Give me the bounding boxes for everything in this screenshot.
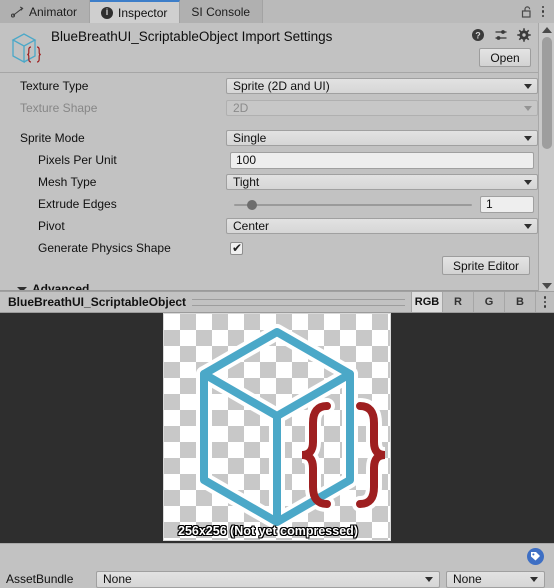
row-texture-type: Texture Type Sprite (2D and UI) [0,76,538,96]
gear-icon[interactable] [517,28,531,42]
pivot-value: Center [233,219,270,233]
open-button[interactable]: Open [479,48,531,67]
scroll-down-arrow-icon[interactable] [542,283,552,289]
texture-type-value: Sprite (2D and UI) [233,79,330,93]
slider-track[interactable] [234,203,472,206]
chevron-down-icon [425,577,433,582]
texture-shape-value: 2D [233,101,249,115]
scrollbar-thumb[interactable] [542,37,552,149]
assetbundle-row: AssetBundle None None [0,570,554,588]
preview-header: BlueBreathUI_ScriptableObject RGB R G B [0,291,554,313]
extrude-edges-label: Extrude Edges [38,197,117,211]
sprite-preview[interactable]: 256x256 (Not yet compressed) [163,313,391,541]
info-icon: i [101,6,114,19]
assetbundle-label: AssetBundle [6,572,74,586]
row-texture-shape: Texture Shape 2D [0,98,538,118]
animator-icon [10,5,24,18]
chevron-down-icon [530,577,538,582]
preview-rule [192,298,405,306]
row-generate-physics-shape: Generate Physics Shape ✔ [0,238,538,258]
channel-g-button[interactable]: G [473,292,504,312]
row-sprite-mode: Sprite Mode Single [0,128,538,148]
texture-type-label: Texture Type [20,79,89,93]
sprite-mode-value: Single [233,131,267,145]
asset-label-tag-icon[interactable] [527,548,544,565]
scriptable-object-cube-icon [8,29,44,67]
window-tab-bar: Animator i Inspector SI Console [0,0,554,24]
assetbundle-variant-dropdown[interactable]: None [446,570,545,588]
chevron-down-icon [524,106,532,111]
preset-icon[interactable] [494,28,508,42]
sprite-editor-button[interactable]: Sprite Editor [442,256,530,275]
preview-body: 256x256 (Not yet compressed) [0,313,554,543]
pixels-per-unit-label: Pixels Per Unit [38,153,117,167]
channel-rgb-button[interactable]: RGB [411,292,442,312]
header-icon-group: ? [471,28,531,42]
preview-kebab-menu-icon[interactable] [535,292,554,312]
padlock-open-icon[interactable] [521,5,533,18]
tab-inspector-label: Inspector [118,5,168,20]
extrude-edges-value: 1 [486,197,493,211]
chevron-down-icon [524,224,532,229]
inspector-header: BlueBreathUI_ScriptableObject Import Set… [0,23,538,73]
row-extrude-edges: Extrude Edges 1 [0,194,538,214]
svg-text:?: ? [475,31,481,41]
mesh-type-label: Mesh Type [38,175,97,189]
extrude-edges-slider[interactable]: 1 [230,195,534,213]
mesh-type-dropdown[interactable]: Tight [226,174,538,190]
checkmark-icon: ✔ [232,240,243,255]
tab-si-console-label: SI Console [191,4,251,19]
tab-inspector[interactable]: i Inspector [90,0,181,23]
generate-physics-shape-label: Generate Physics Shape [38,241,171,255]
scriptable-object-sprite-art [196,324,386,530]
assetbundle-name-dropdown[interactable]: None [96,570,440,588]
texture-shape-dropdown: 2D [226,100,538,116]
slider-thumb[interactable] [247,199,257,210]
texture-shape-label: Texture Shape [20,101,98,115]
unity-inspector-window: Animator i Inspector SI Console BlueBrea… [0,0,554,588]
assetbundle-name-value: None [103,572,132,586]
tab-animator[interactable]: Animator [0,0,91,23]
inspector-scrollbar[interactable] [538,23,554,293]
help-icon[interactable]: ? [471,28,485,42]
generate-physics-shape-checkbox[interactable]: ✔ [230,240,243,255]
pivot-label: Pivot [38,219,65,233]
sprite-mode-label: Sprite Mode [20,131,85,145]
pivot-dropdown[interactable]: Center [226,218,538,234]
pixels-per-unit-input[interactable]: 100 [230,151,534,169]
kebab-menu-icon[interactable] [541,5,545,19]
channel-r-button[interactable]: R [442,292,473,312]
preview-title: BlueBreathUI_ScriptableObject [8,295,187,309]
assetbundle-variant-value: None [453,572,482,586]
tab-animator-label: Animator [29,4,78,19]
chevron-down-icon [524,136,532,141]
sprite-mode-dropdown[interactable]: Single [226,130,538,146]
row-pixels-per-unit: Pixels Per Unit 100 [0,150,538,170]
tab-si-console[interactable]: SI Console [180,0,264,23]
channel-button-group: RGB R G B [411,292,535,312]
asset-footer: AssetBundle None None [0,543,554,588]
scroll-up-arrow-icon[interactable] [542,27,552,33]
pixels-per-unit-value: 100 [236,153,257,167]
page-title: BlueBreathUI_ScriptableObject Import Set… [51,29,333,44]
chevron-down-icon [524,180,532,185]
sprite-dimensions-caption: 256x256 (Not yet compressed) [178,524,358,538]
tab-bar-filler [263,0,515,23]
row-mesh-type: Mesh Type Tight [0,172,538,192]
extrude-edges-input[interactable]: 1 [480,195,534,213]
mesh-type-value: Tight [233,175,260,189]
import-settings-panel: Texture Type Sprite (2D and UI) Texture … [0,74,538,292]
texture-type-dropdown[interactable]: Sprite (2D and UI) [226,78,538,94]
tab-bar-controls [515,0,554,23]
row-pivot: Pivot Center [0,216,538,236]
channel-b-button[interactable]: B [504,292,535,312]
chevron-down-icon [524,84,532,89]
